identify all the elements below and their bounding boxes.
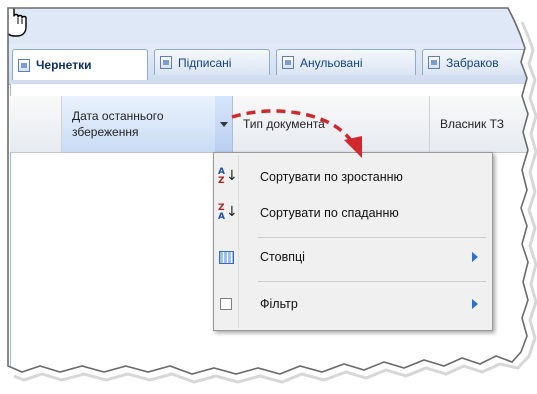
document-icon bbox=[428, 56, 440, 69]
submenu-arrow-icon bbox=[472, 252, 478, 262]
tab-label: Забраков bbox=[446, 55, 499, 70]
sort-descending-icon: Z A ↓ bbox=[218, 203, 238, 222]
grid-header: Дата останнього збереження Тип документа… bbox=[10, 96, 528, 153]
tab-label: Чернетки bbox=[36, 58, 92, 72]
menu-item-filter[interactable]: Фільтр bbox=[214, 289, 492, 319]
menu-item-label: Стовпці bbox=[260, 250, 305, 264]
document-icon bbox=[18, 58, 30, 72]
column-header-label: Дата останнього збереження bbox=[72, 109, 164, 139]
column-context-menu: A Z ↓ Сортувати по зростанню Z A ↓ Сортувати… bbox=[213, 152, 493, 331]
menu-item-columns[interactable]: Стовпці bbox=[214, 242, 492, 272]
column-header-label: Власник ТЗ bbox=[440, 117, 505, 131]
menu-item-label: Сортувати по спаданню bbox=[260, 206, 399, 220]
document-icon bbox=[282, 56, 294, 69]
hand-cursor-icon bbox=[0, 0, 27, 37]
menu-item-label: Фільтр bbox=[260, 297, 298, 311]
column-header-owner[interactable]: Власник ТЗ bbox=[430, 96, 528, 152]
tab-signed[interactable]: Підписані bbox=[154, 49, 270, 75]
column-menu-trigger[interactable] bbox=[215, 96, 233, 152]
tab-strip: Чернетки Підписані Анульовані Забраков bbox=[8, 44, 530, 85]
tab-drafts[interactable]: Чернетки bbox=[12, 49, 148, 80]
document-icon bbox=[160, 56, 172, 69]
menu-item-label: Сортувати по зростанню bbox=[260, 170, 403, 184]
submenu-arrow-icon bbox=[472, 299, 478, 309]
column-header-save-date[interactable]: Дата останнього збереження bbox=[62, 96, 233, 152]
menu-item-sort-descending[interactable]: Z A ↓ Сортувати по спаданню bbox=[214, 198, 492, 228]
tab-cancelled[interactable]: Анульовані bbox=[276, 49, 416, 75]
menu-item-sort-ascending[interactable]: A Z ↓ Сортувати по зростанню bbox=[214, 162, 492, 192]
chevron-down-icon bbox=[219, 121, 228, 127]
checkbox-icon[interactable] bbox=[214, 298, 238, 310]
tab-label: Підписані bbox=[178, 55, 232, 70]
columns-icon bbox=[214, 250, 238, 264]
torn-paper-frame: Чернетки Підписані Анульовані Забраков Д… bbox=[0, 0, 537, 394]
tab-label: Анульовані bbox=[300, 55, 363, 70]
column-header-label: Тип документа bbox=[243, 117, 325, 131]
tab-rejected[interactable]: Забраков bbox=[422, 49, 530, 75]
sort-ascending-icon: A Z ↓ bbox=[218, 167, 238, 186]
menu-separator bbox=[258, 237, 486, 238]
column-header-doc-type[interactable]: Тип документа bbox=[233, 96, 430, 152]
menu-separator bbox=[258, 281, 486, 282]
row-number-header bbox=[10, 96, 62, 152]
